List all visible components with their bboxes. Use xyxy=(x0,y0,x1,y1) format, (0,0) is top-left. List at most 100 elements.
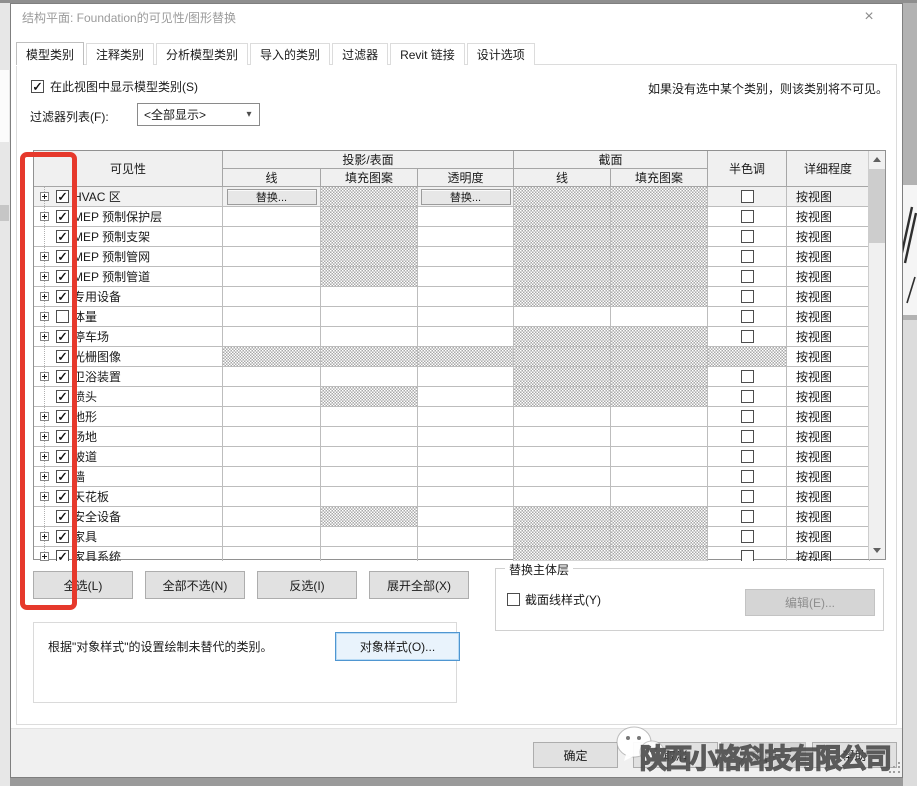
cut-line-styles-checkbox[interactable] xyxy=(507,593,520,606)
transparency-cell[interactable] xyxy=(418,267,514,287)
detail-level-value[interactable]: 按视图 xyxy=(787,267,870,287)
chevron-down-icon[interactable]: ▾ xyxy=(239,109,259,120)
projection-line-cell[interactable] xyxy=(223,427,321,447)
projection-fill-cell[interactable] xyxy=(321,447,418,467)
projection-fill-cell[interactable] xyxy=(321,287,418,307)
detail-level-value[interactable]: 按视图 xyxy=(787,207,870,227)
section-fill-cell[interactable] xyxy=(611,307,708,327)
detail-level-value[interactable]: 按视图 xyxy=(787,467,870,487)
table-row[interactable]: 墙按视图 xyxy=(34,467,870,487)
projection-line-cell[interactable] xyxy=(223,227,321,247)
table-row[interactable]: 场地按视图 xyxy=(34,427,870,447)
projection-line-cell[interactable] xyxy=(223,507,321,527)
halftone-cell[interactable] xyxy=(708,187,787,207)
projection-line-cell[interactable] xyxy=(223,307,321,327)
scroll-up-icon[interactable] xyxy=(869,151,885,168)
detail-level-value[interactable]: 按视图 xyxy=(787,427,870,447)
detail-level-value[interactable]: 按视图 xyxy=(787,507,870,527)
tab-design-options[interactable]: 设计选项 xyxy=(467,43,535,65)
scroll-down-icon[interactable] xyxy=(869,542,885,559)
table-row[interactable]: MEP 预制支架按视图 xyxy=(34,227,870,247)
table-row[interactable]: 地形按视图 xyxy=(34,407,870,427)
table-row[interactable]: 坡道按视图 xyxy=(34,447,870,467)
transparency-cell[interactable]: 替换... xyxy=(418,187,514,207)
halftone-checkbox[interactable] xyxy=(741,310,754,323)
table-row[interactable]: 喷头按视图 xyxy=(34,387,870,407)
table-row[interactable]: 家具系统按视图 xyxy=(34,547,870,561)
projection-line-cell[interactable] xyxy=(223,487,321,507)
halftone-checkbox[interactable] xyxy=(741,390,754,403)
transparency-cell[interactable] xyxy=(418,287,514,307)
halftone-checkbox[interactable] xyxy=(741,410,754,423)
transparency-cell[interactable] xyxy=(418,427,514,447)
detail-level-value[interactable]: 按视图 xyxy=(787,307,870,327)
section-fill-cell[interactable] xyxy=(611,407,708,427)
halftone-checkbox[interactable] xyxy=(741,490,754,503)
halftone-checkbox[interactable] xyxy=(741,430,754,443)
projection-line-cell[interactable]: 替换... xyxy=(223,187,321,207)
halftone-checkbox[interactable] xyxy=(741,270,754,283)
table-row[interactable]: 安全设备按视图 xyxy=(34,507,870,527)
select-none-button[interactable]: 全部不选(N) xyxy=(145,571,245,599)
resize-grip[interactable] xyxy=(889,762,901,774)
tab-model-categories[interactable]: 模型类别 xyxy=(16,42,84,65)
projection-fill-cell[interactable] xyxy=(321,367,418,387)
table-row[interactable]: 天花板按视图 xyxy=(34,487,870,507)
halftone-checkbox[interactable] xyxy=(741,550,754,561)
transparency-cell[interactable] xyxy=(418,227,514,247)
transparency-cell[interactable] xyxy=(418,527,514,547)
section-line-cell[interactable] xyxy=(514,307,611,327)
close-icon[interactable]: × xyxy=(856,5,882,29)
halftone-cell[interactable] xyxy=(708,207,787,227)
detail-level-value[interactable]: 按视图 xyxy=(787,367,870,387)
detail-level-value[interactable]: 按视图 xyxy=(787,247,870,267)
halftone-checkbox[interactable] xyxy=(741,450,754,463)
section-fill-cell[interactable] xyxy=(611,467,708,487)
halftone-checkbox[interactable] xyxy=(741,470,754,483)
transparency-cell[interactable] xyxy=(418,307,514,327)
detail-level-value[interactable]: 按视图 xyxy=(787,487,870,507)
projection-fill-cell[interactable] xyxy=(321,527,418,547)
tab-analytical-model-categories[interactable]: 分析模型类别 xyxy=(156,43,248,65)
expand-all-button[interactable]: 展开全部(X) xyxy=(369,571,469,599)
section-line-cell[interactable] xyxy=(514,447,611,467)
transparency-cell[interactable] xyxy=(418,247,514,267)
detail-level-value[interactable]: 按视图 xyxy=(787,327,870,347)
halftone-cell[interactable] xyxy=(708,427,787,447)
projection-fill-cell[interactable] xyxy=(321,407,418,427)
transparency-cell[interactable] xyxy=(418,507,514,527)
projection-fill-cell[interactable] xyxy=(321,327,418,347)
table-row[interactable]: 家具按视图 xyxy=(34,527,870,547)
halftone-checkbox[interactable] xyxy=(741,190,754,203)
table-row[interactable]: 停车场按视图 xyxy=(34,327,870,347)
projection-line-cell[interactable] xyxy=(223,267,321,287)
projection-line-cell[interactable] xyxy=(223,387,321,407)
projection-line-cell[interactable] xyxy=(223,207,321,227)
transparency-cell[interactable] xyxy=(418,207,514,227)
detail-level-value[interactable]: 按视图 xyxy=(787,407,870,427)
table-row[interactable]: MEP 预制管道按视图 xyxy=(34,267,870,287)
halftone-cell[interactable] xyxy=(708,227,787,247)
projection-line-cell[interactable] xyxy=(223,367,321,387)
halftone-cell[interactable] xyxy=(708,527,787,547)
transparency-cell[interactable] xyxy=(418,547,514,561)
halftone-checkbox[interactable] xyxy=(741,210,754,223)
halftone-cell[interactable] xyxy=(708,327,787,347)
halftone-checkbox[interactable] xyxy=(741,330,754,343)
section-fill-cell[interactable] xyxy=(611,427,708,447)
detail-level-value[interactable]: 按视图 xyxy=(787,187,870,207)
halftone-cell[interactable] xyxy=(708,367,787,387)
halftone-checkbox[interactable] xyxy=(741,250,754,263)
detail-level-value[interactable]: 按视图 xyxy=(787,287,870,307)
transparency-cell[interactable] xyxy=(418,327,514,347)
halftone-cell[interactable] xyxy=(708,307,787,327)
table-row[interactable]: MEP 预制保护层按视图 xyxy=(34,207,870,227)
table-row[interactable]: HVAC 区替换...替换...按视图 xyxy=(34,187,870,207)
halftone-cell[interactable] xyxy=(708,507,787,527)
projection-line-cell[interactable] xyxy=(223,247,321,267)
projection-line-cell[interactable] xyxy=(223,547,321,561)
halftone-cell[interactable] xyxy=(708,467,787,487)
halftone-cell[interactable] xyxy=(708,547,787,561)
tab-annotation-categories[interactable]: 注释类别 xyxy=(86,43,154,65)
detail-level-value[interactable]: 按视图 xyxy=(787,527,870,547)
